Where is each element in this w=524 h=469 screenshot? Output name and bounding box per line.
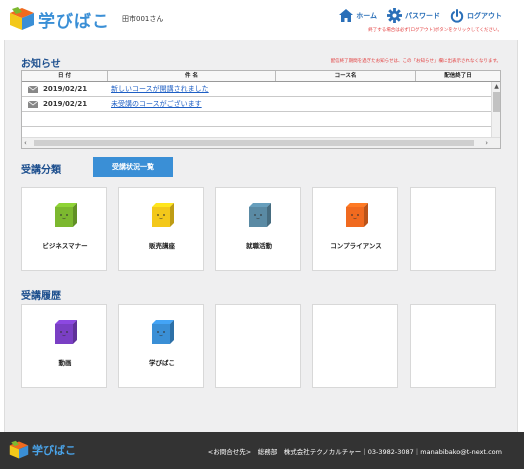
logout-link[interactable]: ログアウト (450, 8, 502, 23)
header-nav: ホーム パスワード ログアウト (339, 8, 502, 23)
home-link[interactable]: ホーム (339, 9, 377, 22)
scroll-up-icon[interactable]: ▲ (492, 82, 501, 91)
header: 学びばこ 田市001さん ホーム パスワード ログアウト 終了する場合は必ず[ロ… (0, 0, 524, 38)
cube-logo-icon (9, 440, 29, 459)
course-card-label: コンプライアンス (330, 242, 382, 250)
logo-text: 学びばこ (38, 11, 110, 32)
notices-table: 日 付 件 名 コース名 配信終了日 2019/02/21 新しいコースが開講さ… (21, 70, 501, 149)
course-card[interactable]: ビジネスマナー (21, 187, 107, 271)
categories-title: 受講分類 (21, 165, 61, 176)
course-card-label: 販売講座 (149, 242, 175, 250)
cube-icon (152, 320, 174, 344)
vertical-scrollbar[interactable]: ▲ (491, 82, 500, 137)
course-card-label: 就職活動 (246, 242, 272, 250)
course-card-label: 学びばこ (149, 359, 175, 367)
home-icon (339, 9, 354, 22)
column-header-course: コース名 (276, 71, 416, 81)
table-row: 2019/02/21 未受講のコースがございます (22, 97, 491, 112)
notices-table-header: 日 付 件 名 コース名 配信終了日 (22, 71, 500, 82)
course-card[interactable]: 販売講座 (118, 187, 204, 271)
vertical-scroll-thumb[interactable] (493, 92, 500, 112)
course-card[interactable]: コンプライアンス (312, 187, 398, 271)
column-header-date: 日 付 (22, 71, 108, 81)
course-card-label: ビジネスマナー (42, 242, 88, 250)
footer-logo: 学びばこ (8, 440, 76, 460)
cube-icon (55, 320, 77, 344)
cube-logo-icon (10, 7, 34, 30)
empty-card (410, 187, 496, 271)
notice-subject-link[interactable]: 新しいコースが開講されました (111, 84, 209, 94)
cube-icon (55, 203, 77, 227)
mail-icon (28, 85, 38, 93)
password-link[interactable]: パスワード (387, 8, 440, 23)
logo[interactable]: 学びばこ (8, 6, 110, 32)
notices-note: 配信終了期間を過ぎたお知らせは、この「お知らせ」欄に出表示されなくなります。 (330, 59, 501, 64)
table-row (22, 112, 491, 127)
logout-label: ログアウト (467, 11, 502, 20)
column-header-end-date: 配信終了日 (444, 73, 472, 79)
footer-contact: <お問合せ先> 総務部 株式会社テクノカルチャー｜03-3982-3087｜ma… (207, 448, 502, 456)
scroll-right-icon[interactable]: › (485, 138, 488, 148)
footer: 学びばこ <お問合せ先> 総務部 株式会社テクノカルチャー｜03-3982-30… (0, 432, 524, 469)
horizontal-scroll-thumb[interactable] (34, 140, 474, 146)
user-name: 田市001さん (122, 15, 164, 23)
cube-icon (152, 203, 174, 227)
footer-logo-text: 学びばこ (32, 444, 76, 457)
empty-card (215, 304, 301, 388)
cube-icon (346, 203, 368, 227)
gear-icon (387, 8, 402, 23)
course-status-button[interactable]: 受講状況一覧 (93, 157, 173, 177)
course-card-label: 動画 (58, 359, 72, 367)
scroll-left-icon[interactable]: ‹ (24, 138, 27, 148)
table-row: 2019/02/21 新しいコースが開講されました (22, 82, 491, 97)
main-content: お知らせ 配信終了期間を過ぎたお知らせは、この「お知らせ」欄に出表示されなくなり… (4, 40, 518, 432)
notices-rows: 2019/02/21 新しいコースが開講されました 2019/02/21 未受講… (22, 82, 491, 127)
cube-icon (249, 203, 271, 227)
notice-date: 2019/02/21 (43, 85, 88, 93)
course-card[interactable]: 就職活動 (215, 187, 301, 271)
course-card[interactable]: 学びばこ (118, 304, 204, 388)
course-card[interactable]: 動画 (21, 304, 107, 388)
empty-card (410, 304, 496, 388)
horizontal-scrollbar[interactable]: ‹ › (22, 137, 500, 148)
notice-date: 2019/02/21 (43, 100, 88, 108)
mail-icon (28, 100, 38, 108)
password-label: パスワード (405, 11, 440, 20)
power-icon (450, 8, 464, 23)
notice-subject-link[interactable]: 未受講のコースがございます (111, 99, 202, 109)
home-label: ホーム (356, 11, 377, 20)
notices-title: お知らせ (21, 59, 61, 70)
column-header-subject: 件 名 (108, 71, 276, 81)
history-title: 受講履歴 (21, 291, 61, 302)
empty-card (312, 304, 398, 388)
logout-notice: 終了する場合は必ず[ログアウト]ボタンをクリックしてください。 (368, 28, 502, 33)
